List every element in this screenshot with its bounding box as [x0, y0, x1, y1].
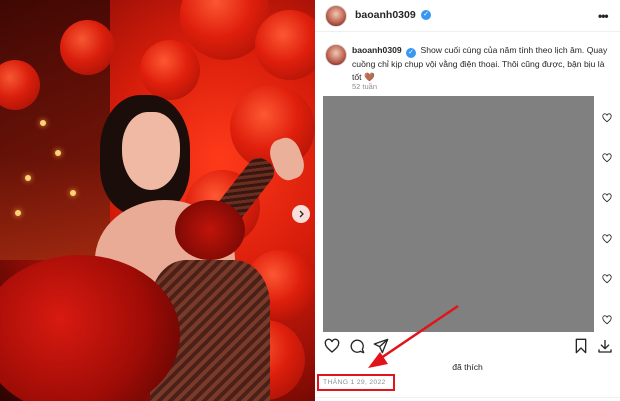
comments-area-redacted	[323, 96, 594, 332]
paper-plane-icon[interactable]	[373, 338, 389, 354]
more-options-icon[interactable]: •••	[598, 9, 609, 23]
comment-icon[interactable]	[349, 338, 365, 354]
photo-light	[55, 150, 61, 156]
likes-text[interactable]: đã thích	[315, 362, 620, 372]
photo-lantern	[255, 10, 315, 80]
comment-like-heart-icon[interactable]	[602, 271, 612, 284]
avatar[interactable]	[325, 5, 347, 27]
post-side-panel: baoanh0309 ✓ ••• baoanh0309 ✓ Show cuối …	[315, 0, 620, 401]
caption-avatar[interactable]	[325, 44, 347, 66]
photo-feather-sleeve	[175, 200, 245, 260]
comment-like-heart-icon[interactable]	[602, 150, 612, 163]
photo-light	[25, 175, 31, 181]
photo-subject-face	[122, 112, 180, 190]
bookmark-icon[interactable]	[573, 338, 589, 354]
post-age: 52 tuần	[352, 82, 378, 91]
comment-like-heart-icon[interactable]	[602, 231, 612, 244]
photo-light	[70, 190, 76, 196]
header-username[interactable]: baoanh0309	[355, 9, 416, 21]
caption-username[interactable]: baoanh0309	[352, 45, 402, 55]
comment-like-heart-icon[interactable]	[602, 190, 612, 203]
verified-badge-icon: ✓	[406, 48, 417, 58]
post-header: baoanh0309 ✓ •••	[315, 0, 620, 32]
heart-icon[interactable]	[324, 338, 340, 354]
photo-light	[15, 210, 21, 216]
post-actions-bar	[315, 334, 620, 358]
carousel-next-button[interactable]	[292, 205, 310, 223]
photo-lantern	[140, 40, 200, 100]
photo-lantern	[60, 20, 115, 75]
chevron-right-icon	[297, 205, 305, 223]
footer-divider	[315, 397, 620, 398]
verified-badge-icon: ✓	[421, 10, 431, 20]
download-icon[interactable]	[597, 338, 613, 354]
post-caption: baoanh0309 ✓ Show cuối cùng của năm tính…	[352, 44, 614, 83]
comment-like-heart-icon[interactable]	[602, 312, 612, 325]
date-highlight-box	[317, 374, 395, 391]
post-photo[interactable]	[0, 0, 315, 401]
comment-like-heart-icon[interactable]	[602, 110, 612, 123]
photo-light	[40, 120, 46, 126]
